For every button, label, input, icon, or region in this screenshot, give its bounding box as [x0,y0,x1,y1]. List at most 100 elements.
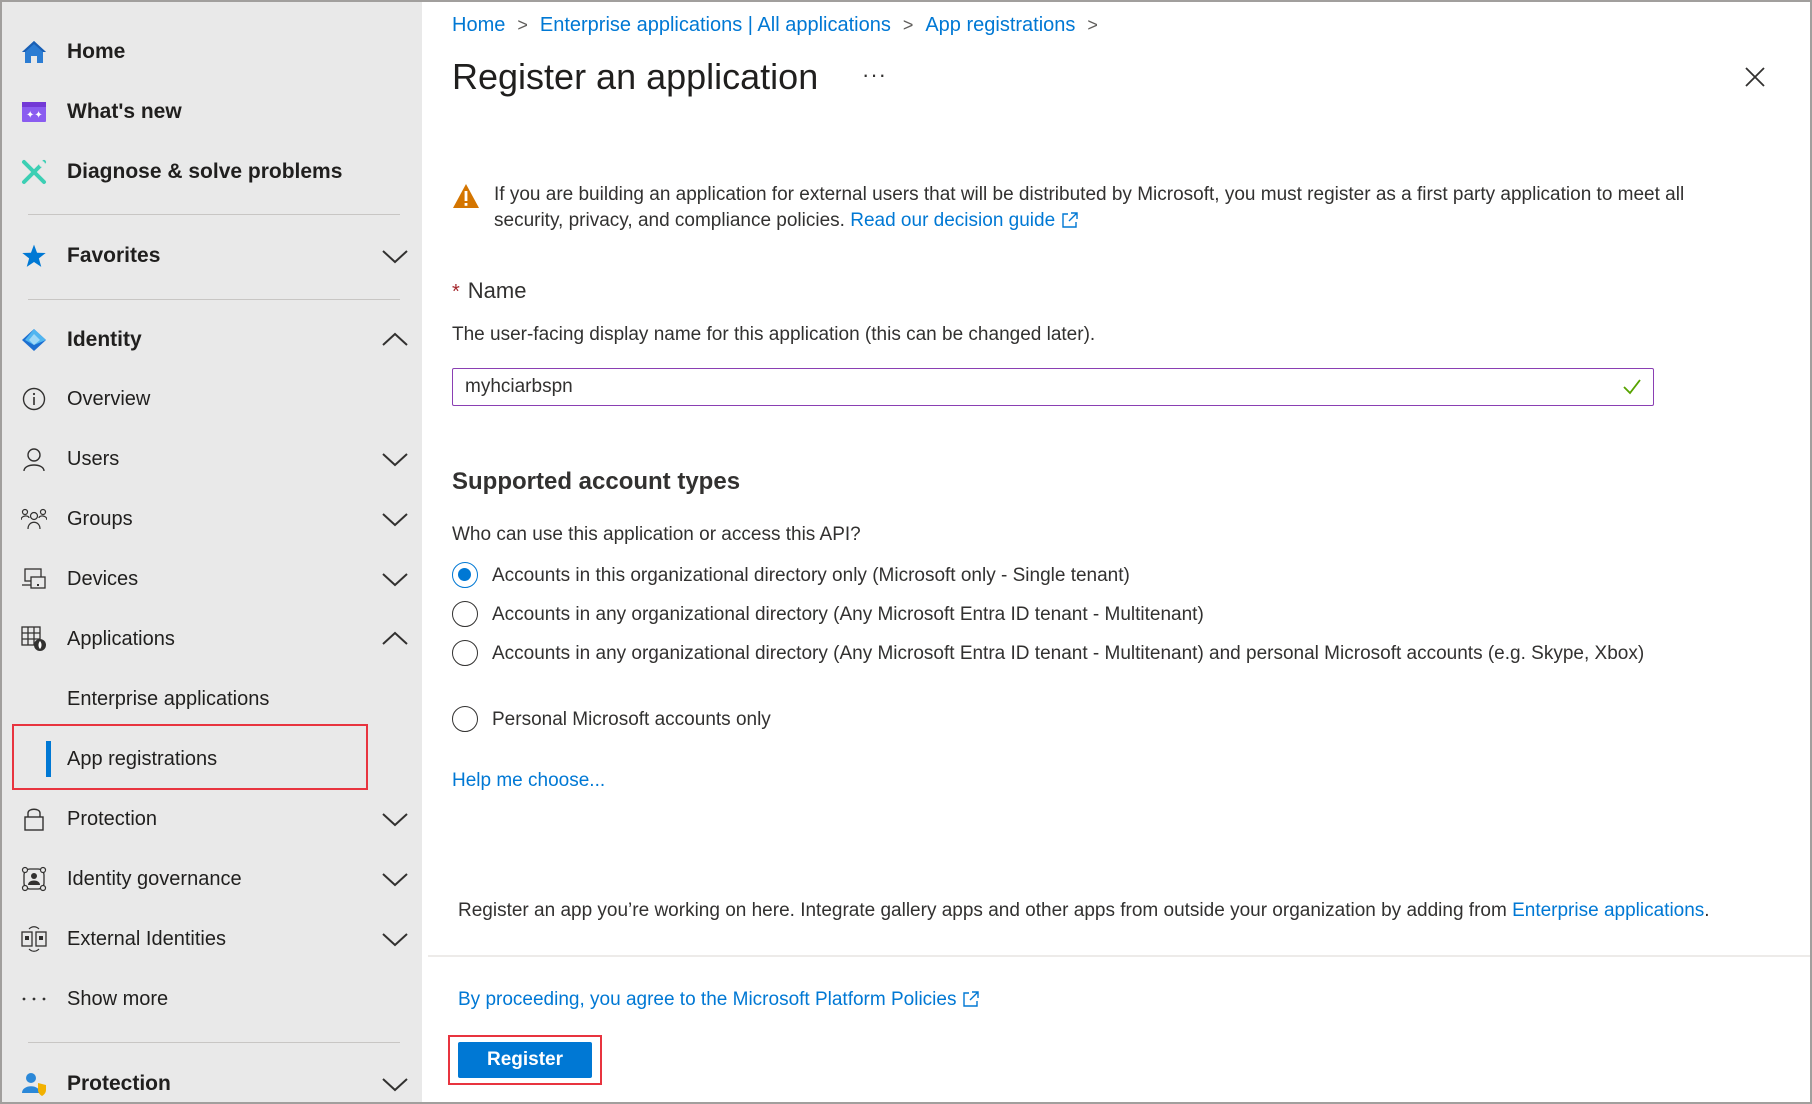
sidebar-item-label: Users [67,447,120,470]
radio-option-multitenant-personal[interactable]: Accounts in any organizational directory… [452,640,1652,667]
sidebar-item-groups[interactable]: Groups [2,491,422,547]
svg-text:✦✦: ✦✦ [26,110,43,121]
name-input[interactable] [452,368,1654,406]
devices-icon [20,565,48,593]
sidebar-item-label: External Identities [67,927,226,950]
required-marker: * [452,281,460,303]
sidebar-item-home[interactable]: Home [2,24,422,80]
chevron-down-icon[interactable] [380,1072,410,1096]
name-field-label: * Name [452,278,526,304]
breadcrumb-separator-icon: > [517,15,528,35]
sidebar-item-label: Diagnose & solve problems [67,160,343,183]
sidebar-divider [28,1042,400,1043]
account-types-title: Supported account types [452,468,741,495]
sidebar-item-label: Identity [67,328,142,351]
breadcrumb-separator-icon: > [1087,15,1098,35]
account-types-question: Who can use this application or access t… [452,524,861,545]
warning-text: If you are building an application for e… [494,184,1685,231]
sidebar-item-favorites[interactable]: Favorites [2,228,422,284]
sidebar-item-identity-governance[interactable]: Identity governance [2,851,422,907]
sidebar-item-label: What's new [67,100,182,123]
more-icon [20,985,48,1013]
name-label-text: Name [467,278,527,303]
checkmark-icon [1623,379,1641,395]
external-link-icon [963,991,980,1007]
radio-button-checked[interactable] [452,562,478,588]
chevron-down-icon[interactable] [380,507,410,531]
sidebar-item-label: Show more [67,987,169,1010]
radio-option-single-tenant[interactable]: Accounts in this organizational director… [452,562,1652,589]
external-link-icon [1062,212,1078,228]
sidebar-divider [28,299,400,300]
protection-user-shield-icon [20,1070,48,1098]
breadcrumb-home[interactable]: Home [452,14,505,37]
sidebar-item-show-more[interactable]: Show more [2,971,422,1027]
applications-icon [20,625,48,653]
sidebar-item-external-identities[interactable]: External Identities [2,911,422,967]
more-options-button[interactable]: ··· [862,62,887,88]
help-me-choose-link[interactable]: Help me choose... [452,770,605,792]
enterprise-applications-link[interactable]: Enterprise applications [1512,900,1704,921]
breadcrumb-separator-icon: > [902,15,914,35]
chevron-down-icon[interactable] [380,244,410,268]
radio-button[interactable] [452,706,478,732]
radio-option-label: Accounts in any organizational directory… [492,643,1645,664]
sidebar-item-overview[interactable]: Overview [2,371,422,427]
sidebar-item-protection[interactable]: Protection [2,791,422,847]
sidebar-item-label: Applications [67,627,175,650]
chevron-down-icon[interactable] [380,447,410,471]
user-icon [20,445,48,473]
chevron-down-icon[interactable] [380,867,410,891]
main-panel: Home > Enterprise applications | All app… [422,2,1810,1102]
groups-icon [20,505,48,533]
sidebar-item-label: Protection [67,1072,171,1095]
platform-policies-link-label: By proceeding, you agree to the Microsof… [458,989,957,1010]
radio-option-label: Personal Microsoft accounts only [492,709,771,730]
wrench-icon [20,158,48,186]
radio-option-personal-only[interactable]: Personal Microsoft accounts only [452,706,1652,733]
home-icon [20,38,48,66]
sidebar-item-label: Groups [67,507,133,530]
breadcrumb-app-registrations[interactable]: App registrations [925,14,1075,37]
chevron-up-icon[interactable] [380,328,410,352]
chevron-up-icon[interactable] [380,627,410,651]
sidebar-item-label: Devices [67,567,139,590]
breadcrumb: Home > Enterprise applications | All app… [452,14,1110,37]
radio-option-multitenant[interactable]: Accounts in any organizational directory… [452,601,1652,628]
decision-guide-link[interactable]: Read our decision guide [850,210,1079,231]
sidebar-item-whats-new[interactable]: ✦✦ What's new [2,84,422,140]
sidebar-item-diagnose[interactable]: Diagnose & solve problems [2,144,422,200]
sidebar-item-label: Favorites [67,244,161,267]
close-icon[interactable] [1742,64,1768,90]
sidebar-item-enterprise-applications[interactable]: Enterprise applications [2,671,422,727]
info-text-suffix: . [1704,900,1710,921]
warning-message: If you are building an application for e… [452,182,1692,234]
sidebar-item-applications[interactable]: Applications [2,611,422,667]
external-identities-icon [20,925,48,953]
sidebar-item-devices[interactable]: Devices [2,551,422,607]
star-icon [20,242,48,270]
sidebar-divider [28,214,400,215]
chevron-down-icon[interactable] [380,807,410,831]
platform-policies-link[interactable]: By proceeding, you agree to the Microsof… [458,989,980,1011]
info-icon [20,385,48,413]
footer-divider [428,955,1810,957]
page-title: Register an application [452,56,819,97]
whats-new-icon: ✦✦ [20,98,48,126]
lock-icon [20,805,48,833]
sidebar-item-label: Overview [67,387,151,410]
radio-option-label: Accounts in this organizational director… [492,565,1130,586]
radio-button[interactable] [452,640,478,666]
sidebar-item-label: Home [67,40,126,63]
chevron-down-icon[interactable] [380,567,410,591]
breadcrumb-enterprise-applications[interactable]: Enterprise applications | All applicatio… [540,14,891,37]
chevron-down-icon[interactable] [380,927,410,951]
info-text: Register an app you’re working on here. … [458,900,1710,922]
highlight-box-register [448,1035,602,1085]
sidebar-item-protection-section[interactable]: Protection [2,1056,422,1104]
sidebar-item-users[interactable]: Users [2,431,422,487]
warning-icon [453,184,479,208]
radio-button[interactable] [452,601,478,627]
sidebar-item-label: Protection [67,807,158,830]
sidebar-item-identity[interactable]: Identity [2,312,422,368]
